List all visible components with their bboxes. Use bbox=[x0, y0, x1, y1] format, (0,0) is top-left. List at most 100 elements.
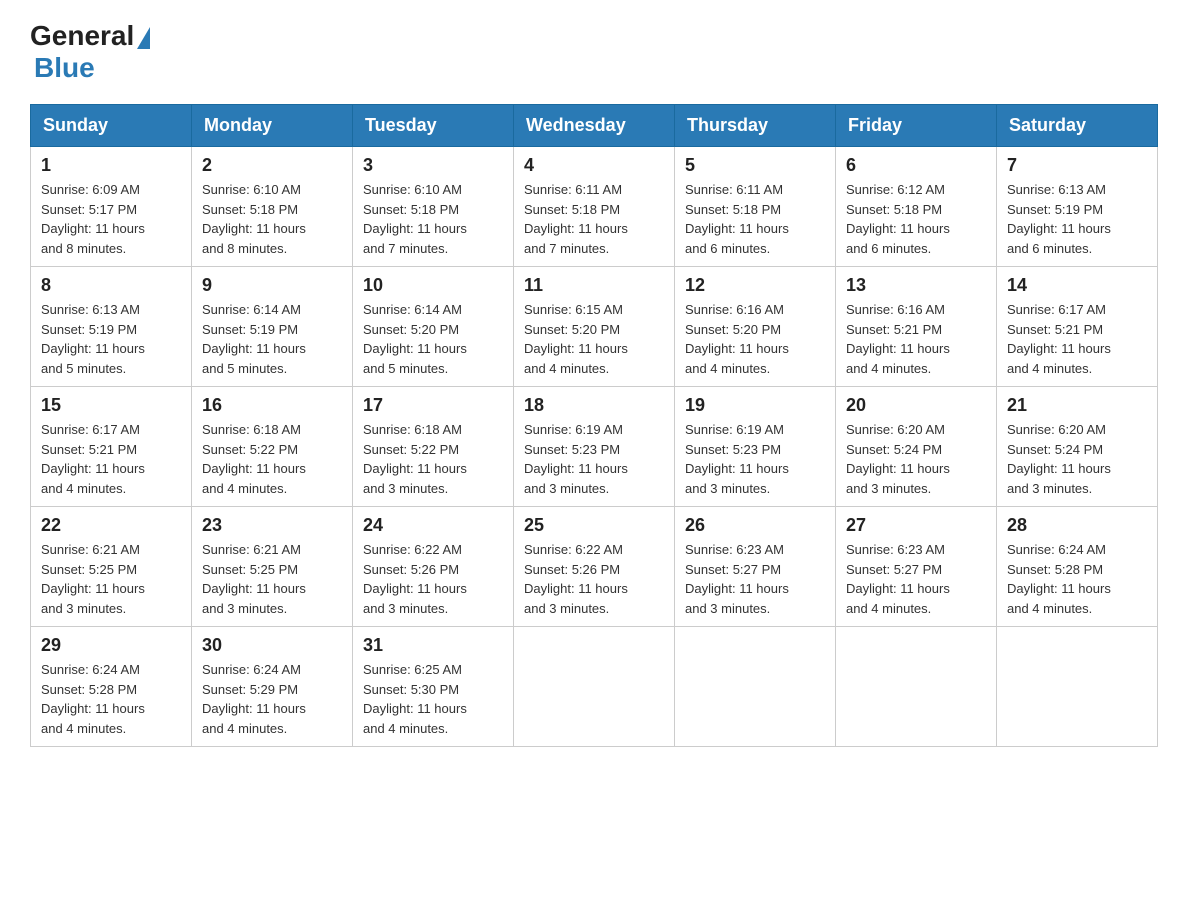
day-info: Sunrise: 6:11 AM Sunset: 5:18 PM Dayligh… bbox=[524, 180, 664, 258]
day-info: Sunrise: 6:18 AM Sunset: 5:22 PM Dayligh… bbox=[202, 420, 342, 498]
day-info: Sunrise: 6:20 AM Sunset: 5:24 PM Dayligh… bbox=[1007, 420, 1147, 498]
calendar-cell: 3 Sunrise: 6:10 AM Sunset: 5:18 PM Dayli… bbox=[353, 147, 514, 267]
weekday-thursday: Thursday bbox=[675, 105, 836, 147]
day-number: 12 bbox=[685, 275, 825, 296]
calendar-cell: 31 Sunrise: 6:25 AM Sunset: 5:30 PM Dayl… bbox=[353, 627, 514, 747]
day-number: 30 bbox=[202, 635, 342, 656]
day-number: 13 bbox=[846, 275, 986, 296]
day-number: 20 bbox=[846, 395, 986, 416]
weekday-tuesday: Tuesday bbox=[353, 105, 514, 147]
day-info: Sunrise: 6:09 AM Sunset: 5:17 PM Dayligh… bbox=[41, 180, 181, 258]
day-number: 16 bbox=[202, 395, 342, 416]
weekday-wednesday: Wednesday bbox=[514, 105, 675, 147]
day-info: Sunrise: 6:14 AM Sunset: 5:19 PM Dayligh… bbox=[202, 300, 342, 378]
calendar-cell: 11 Sunrise: 6:15 AM Sunset: 5:20 PM Dayl… bbox=[514, 267, 675, 387]
calendar-week-1: 1 Sunrise: 6:09 AM Sunset: 5:17 PM Dayli… bbox=[31, 147, 1158, 267]
calendar-cell: 28 Sunrise: 6:24 AM Sunset: 5:28 PM Dayl… bbox=[997, 507, 1158, 627]
day-number: 2 bbox=[202, 155, 342, 176]
day-info: Sunrise: 6:13 AM Sunset: 5:19 PM Dayligh… bbox=[41, 300, 181, 378]
day-info: Sunrise: 6:23 AM Sunset: 5:27 PM Dayligh… bbox=[846, 540, 986, 618]
day-info: Sunrise: 6:19 AM Sunset: 5:23 PM Dayligh… bbox=[685, 420, 825, 498]
day-number: 5 bbox=[685, 155, 825, 176]
calendar-cell: 8 Sunrise: 6:13 AM Sunset: 5:19 PM Dayli… bbox=[31, 267, 192, 387]
calendar-cell: 4 Sunrise: 6:11 AM Sunset: 5:18 PM Dayli… bbox=[514, 147, 675, 267]
day-number: 14 bbox=[1007, 275, 1147, 296]
day-info: Sunrise: 6:21 AM Sunset: 5:25 PM Dayligh… bbox=[202, 540, 342, 618]
day-info: Sunrise: 6:16 AM Sunset: 5:20 PM Dayligh… bbox=[685, 300, 825, 378]
day-number: 17 bbox=[363, 395, 503, 416]
calendar-cell: 2 Sunrise: 6:10 AM Sunset: 5:18 PM Dayli… bbox=[192, 147, 353, 267]
page-header: General Blue bbox=[30, 20, 1158, 84]
day-info: Sunrise: 6:13 AM Sunset: 5:19 PM Dayligh… bbox=[1007, 180, 1147, 258]
day-info: Sunrise: 6:24 AM Sunset: 5:29 PM Dayligh… bbox=[202, 660, 342, 738]
calendar-week-5: 29 Sunrise: 6:24 AM Sunset: 5:28 PM Dayl… bbox=[31, 627, 1158, 747]
day-number: 21 bbox=[1007, 395, 1147, 416]
day-info: Sunrise: 6:16 AM Sunset: 5:21 PM Dayligh… bbox=[846, 300, 986, 378]
calendar-cell bbox=[997, 627, 1158, 747]
calendar-cell: 21 Sunrise: 6:20 AM Sunset: 5:24 PM Dayl… bbox=[997, 387, 1158, 507]
calendar-cell: 24 Sunrise: 6:22 AM Sunset: 5:26 PM Dayl… bbox=[353, 507, 514, 627]
day-number: 15 bbox=[41, 395, 181, 416]
calendar-cell: 14 Sunrise: 6:17 AM Sunset: 5:21 PM Dayl… bbox=[997, 267, 1158, 387]
day-info: Sunrise: 6:17 AM Sunset: 5:21 PM Dayligh… bbox=[41, 420, 181, 498]
day-info: Sunrise: 6:24 AM Sunset: 5:28 PM Dayligh… bbox=[1007, 540, 1147, 618]
day-number: 24 bbox=[363, 515, 503, 536]
logo: General Blue bbox=[30, 20, 151, 84]
calendar-cell: 18 Sunrise: 6:19 AM Sunset: 5:23 PM Dayl… bbox=[514, 387, 675, 507]
day-info: Sunrise: 6:22 AM Sunset: 5:26 PM Dayligh… bbox=[524, 540, 664, 618]
day-number: 10 bbox=[363, 275, 503, 296]
calendar-cell: 12 Sunrise: 6:16 AM Sunset: 5:20 PM Dayl… bbox=[675, 267, 836, 387]
day-info: Sunrise: 6:21 AM Sunset: 5:25 PM Dayligh… bbox=[41, 540, 181, 618]
day-info: Sunrise: 6:14 AM Sunset: 5:20 PM Dayligh… bbox=[363, 300, 503, 378]
day-info: Sunrise: 6:19 AM Sunset: 5:23 PM Dayligh… bbox=[524, 420, 664, 498]
calendar-cell: 30 Sunrise: 6:24 AM Sunset: 5:29 PM Dayl… bbox=[192, 627, 353, 747]
calendar-table: SundayMondayTuesdayWednesdayThursdayFrid… bbox=[30, 104, 1158, 747]
logo-blue-text: Blue bbox=[34, 52, 95, 84]
calendar-week-4: 22 Sunrise: 6:21 AM Sunset: 5:25 PM Dayl… bbox=[31, 507, 1158, 627]
day-number: 7 bbox=[1007, 155, 1147, 176]
day-number: 8 bbox=[41, 275, 181, 296]
day-info: Sunrise: 6:23 AM Sunset: 5:27 PM Dayligh… bbox=[685, 540, 825, 618]
day-number: 3 bbox=[363, 155, 503, 176]
day-number: 25 bbox=[524, 515, 664, 536]
calendar-cell: 9 Sunrise: 6:14 AM Sunset: 5:19 PM Dayli… bbox=[192, 267, 353, 387]
calendar-cell: 5 Sunrise: 6:11 AM Sunset: 5:18 PM Dayli… bbox=[675, 147, 836, 267]
day-info: Sunrise: 6:12 AM Sunset: 5:18 PM Dayligh… bbox=[846, 180, 986, 258]
calendar-week-2: 8 Sunrise: 6:13 AM Sunset: 5:19 PM Dayli… bbox=[31, 267, 1158, 387]
day-number: 19 bbox=[685, 395, 825, 416]
day-info: Sunrise: 6:10 AM Sunset: 5:18 PM Dayligh… bbox=[363, 180, 503, 258]
day-info: Sunrise: 6:17 AM Sunset: 5:21 PM Dayligh… bbox=[1007, 300, 1147, 378]
calendar-cell bbox=[836, 627, 997, 747]
calendar-cell: 7 Sunrise: 6:13 AM Sunset: 5:19 PM Dayli… bbox=[997, 147, 1158, 267]
day-number: 1 bbox=[41, 155, 181, 176]
calendar-cell: 19 Sunrise: 6:19 AM Sunset: 5:23 PM Dayl… bbox=[675, 387, 836, 507]
weekday-sunday: Sunday bbox=[31, 105, 192, 147]
calendar-cell: 27 Sunrise: 6:23 AM Sunset: 5:27 PM Dayl… bbox=[836, 507, 997, 627]
weekday-monday: Monday bbox=[192, 105, 353, 147]
weekday-friday: Friday bbox=[836, 105, 997, 147]
weekday-saturday: Saturday bbox=[997, 105, 1158, 147]
calendar-cell: 15 Sunrise: 6:17 AM Sunset: 5:21 PM Dayl… bbox=[31, 387, 192, 507]
calendar-cell: 22 Sunrise: 6:21 AM Sunset: 5:25 PM Dayl… bbox=[31, 507, 192, 627]
calendar-cell: 13 Sunrise: 6:16 AM Sunset: 5:21 PM Dayl… bbox=[836, 267, 997, 387]
day-info: Sunrise: 6:22 AM Sunset: 5:26 PM Dayligh… bbox=[363, 540, 503, 618]
calendar-cell: 10 Sunrise: 6:14 AM Sunset: 5:20 PM Dayl… bbox=[353, 267, 514, 387]
day-number: 29 bbox=[41, 635, 181, 656]
calendar-cell bbox=[514, 627, 675, 747]
calendar-cell: 20 Sunrise: 6:20 AM Sunset: 5:24 PM Dayl… bbox=[836, 387, 997, 507]
day-number: 4 bbox=[524, 155, 664, 176]
day-number: 31 bbox=[363, 635, 503, 656]
weekday-header-row: SundayMondayTuesdayWednesdayThursdayFrid… bbox=[31, 105, 1158, 147]
day-info: Sunrise: 6:11 AM Sunset: 5:18 PM Dayligh… bbox=[685, 180, 825, 258]
day-info: Sunrise: 6:10 AM Sunset: 5:18 PM Dayligh… bbox=[202, 180, 342, 258]
calendar-week-3: 15 Sunrise: 6:17 AM Sunset: 5:21 PM Dayl… bbox=[31, 387, 1158, 507]
calendar-cell: 29 Sunrise: 6:24 AM Sunset: 5:28 PM Dayl… bbox=[31, 627, 192, 747]
calendar-cell: 25 Sunrise: 6:22 AM Sunset: 5:26 PM Dayl… bbox=[514, 507, 675, 627]
day-number: 26 bbox=[685, 515, 825, 536]
calendar-cell: 1 Sunrise: 6:09 AM Sunset: 5:17 PM Dayli… bbox=[31, 147, 192, 267]
calendar-cell: 26 Sunrise: 6:23 AM Sunset: 5:27 PM Dayl… bbox=[675, 507, 836, 627]
logo-triangle-icon bbox=[137, 27, 150, 49]
day-number: 23 bbox=[202, 515, 342, 536]
day-number: 18 bbox=[524, 395, 664, 416]
day-number: 9 bbox=[202, 275, 342, 296]
